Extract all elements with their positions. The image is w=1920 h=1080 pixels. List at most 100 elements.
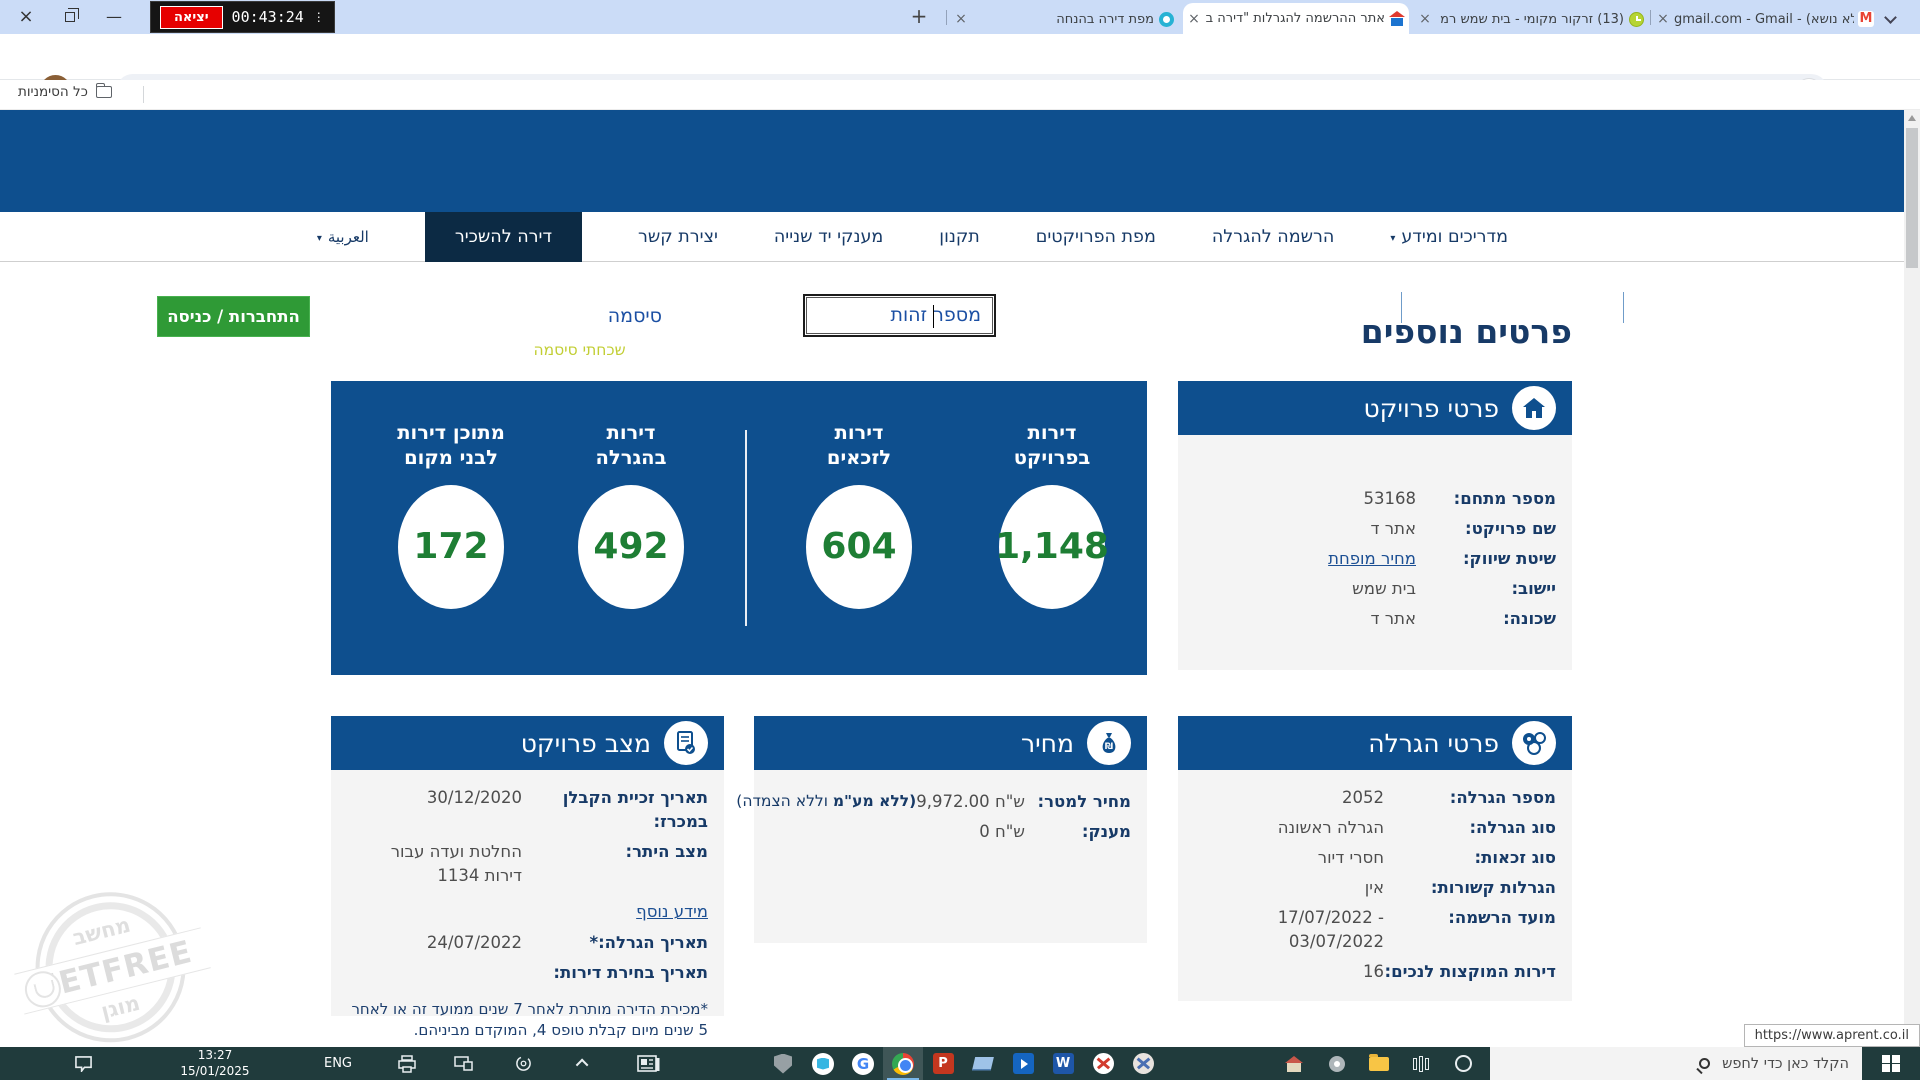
app-chrome-active[interactable] xyxy=(883,1047,923,1080)
app-reader[interactable] xyxy=(803,1047,843,1080)
app-antivirus-shield[interactable] xyxy=(763,1047,803,1080)
card-title: מחיר xyxy=(1021,729,1074,758)
tab-dira-map[interactable]: × מפת דירה בהנחה xyxy=(950,4,1178,34)
app-powerpoint[interactable]: P xyxy=(923,1047,963,1080)
app-word[interactable]: W xyxy=(1043,1047,1083,1080)
bookmarks-bar: כל הסימניות xyxy=(0,80,1920,110)
app-movies-tv[interactable] xyxy=(1003,1047,1043,1080)
file-explorer-icon[interactable] xyxy=(1360,1047,1398,1080)
card-header: פרטי פרויקט xyxy=(1178,381,1572,435)
home-icon[interactable] xyxy=(36,286,68,316)
site-header: התחברות / כניסה סיסמה שכחתי סיסמה מספר ז… xyxy=(0,110,1920,212)
units-stats-box: דירות בפרויקט 1,148 דירות לזכאים 604 דיר… xyxy=(331,381,1147,675)
clock-favicon-wrap xyxy=(1624,12,1648,27)
row-label: תאריך בחירת דירות: xyxy=(522,961,708,985)
id-number-field[interactable]: מספר זהות xyxy=(803,294,996,337)
detail-row: מענק: 0 ש"ח xyxy=(754,820,1147,844)
news-widget-icon[interactable] xyxy=(630,1047,668,1080)
timer-menu-dots-icon[interactable]: ⋮ xyxy=(313,11,325,24)
task-view-icon[interactable] xyxy=(1402,1047,1440,1080)
tab-close-icon[interactable]: × xyxy=(1652,11,1674,27)
tab-close-icon[interactable]: × xyxy=(1183,11,1205,27)
more-info-link[interactable]: מידע נוסף xyxy=(331,902,724,921)
nav-guides-info[interactable]: מדריכים ומידע ▾ xyxy=(1390,212,1508,262)
stat-units-for-locals: מתוכן דירות לבני מקום 172 xyxy=(371,421,531,609)
page-scrollbar[interactable] xyxy=(1904,110,1920,1047)
cortana-icon[interactable] xyxy=(1444,1047,1482,1080)
row-label: סוג הגרלה: xyxy=(1384,816,1556,840)
nav-projects-map[interactable]: מפת הפרויקטים xyxy=(1036,212,1156,262)
tab-search-chevron-icon[interactable] xyxy=(1884,11,1897,24)
window-close-button[interactable]: × xyxy=(6,0,46,34)
card-body: מחיר למטר: 9,972.00 ש"ח (ללא מע"מ וללא ה… xyxy=(754,770,1147,844)
app-home-utility[interactable] xyxy=(1275,1047,1313,1080)
id-field-value: מספר זהות xyxy=(890,304,981,326)
app-scanner[interactable] xyxy=(963,1047,1003,1080)
action-center-icon[interactable] xyxy=(66,1047,100,1080)
nav-contact[interactable]: יצירת קשר xyxy=(638,212,718,262)
taskbar-clock[interactable]: 13:27 15/01/2025 xyxy=(148,1047,282,1080)
scrollbar-thumb[interactable] xyxy=(1906,128,1918,268)
stat-value: 604 xyxy=(821,526,896,567)
exit-button[interactable]: יציאה xyxy=(160,6,223,29)
taskbar-search-box[interactable]: הקלד כאן כדי לחפש xyxy=(1490,1047,1862,1080)
marketing-method-link[interactable]: מחיר מופחת xyxy=(1328,549,1416,568)
tab-close-icon[interactable]: × xyxy=(950,11,972,27)
row-value: 30/12/2020 xyxy=(347,786,522,810)
document-check-icon xyxy=(664,721,708,765)
row-label: הגרלות קשורות: xyxy=(1384,876,1556,900)
row-label: מספר הגרלה: xyxy=(1384,786,1556,810)
window-minimize-button[interactable]: — xyxy=(94,0,134,34)
app-google[interactable]: G xyxy=(843,1047,883,1080)
app-snipping-tool[interactable] xyxy=(1083,1047,1123,1080)
row-label: תאריך זכיית הקבלן במכרז: xyxy=(522,786,708,834)
hidden-icons-chevron-icon[interactable] xyxy=(568,1047,598,1080)
project-details-card: פרטי פרויקט מספר מתחם: 53168 שם פרויקט: … xyxy=(1178,381,1572,670)
row-value: 16 xyxy=(1194,960,1384,984)
nav-arabic[interactable]: العربية ▾ xyxy=(317,212,369,262)
house-icon xyxy=(1512,386,1556,430)
tab-zarkor-local[interactable]: × (13) זרקור מקומי - בית שמש רמ xyxy=(1414,4,1648,34)
tab-dira-registration-active[interactable]: × אתר ההרשמה להגרלות "דירה ב xyxy=(1183,3,1409,34)
tab-gmail[interactable]: × gmail.com - Gmail - (ללא נושא) M xyxy=(1652,4,1878,34)
card-body: מספר מתחם: 53168 שם פרויקט: אתר ד שיטת ש… xyxy=(1178,435,1572,631)
new-tab-button[interactable]: + xyxy=(905,3,933,31)
password-field[interactable]: סיסמה xyxy=(484,296,675,336)
registration-dates-value: 17/07/2022 - 03/07/2022 xyxy=(1194,906,1384,954)
vat-note-bold: (ללא מע"מ xyxy=(833,792,916,810)
row-value: 53168 xyxy=(1194,487,1416,511)
app-marker-utility[interactable] xyxy=(1318,1047,1356,1080)
row-value: 0 ש"ח xyxy=(770,820,1025,844)
all-bookmarks-label: כל הסימניות xyxy=(18,84,88,100)
price-per-meter-value: 9,972.00 ש"ח xyxy=(916,790,1025,814)
windows-taskbar: 13:27 15/01/2025 ENG G P W xyxy=(0,1047,1920,1080)
network-display-icon[interactable] xyxy=(446,1047,480,1080)
tab-close-icon[interactable]: × xyxy=(1414,11,1436,27)
stat-circle: 604 xyxy=(806,485,912,609)
login-button[interactable]: התחברות / כניסה xyxy=(157,296,310,337)
home-favicon-icon xyxy=(1389,11,1405,26)
nav-label: תקנון xyxy=(939,227,979,247)
link-ministry-housing[interactable]: משרד הבינוי והשיכון xyxy=(1624,297,1832,319)
window-restore-button[interactable] xyxy=(50,0,90,34)
printer-tray-icon[interactable] xyxy=(390,1047,424,1080)
nav-regulations[interactable]: תקנון xyxy=(939,212,979,262)
row-label: יישוב: xyxy=(1416,577,1556,601)
tab-title: אתר ההרשמה להגרלות "דירה ב xyxy=(1205,11,1385,26)
row-value: חסרי דיור xyxy=(1194,846,1384,870)
app-snip-sketch[interactable] xyxy=(1123,1047,1163,1080)
nav-lottery-registration[interactable]: הרשמה להגרלה xyxy=(1212,212,1334,262)
row-label: סוג זכאות: xyxy=(1384,846,1556,870)
onedrive-sync-icon[interactable] xyxy=(506,1047,540,1080)
stats-divider xyxy=(745,430,747,626)
all-bookmarks-button[interactable]: כל הסימניות xyxy=(18,84,112,100)
forgot-password-link[interactable]: שכחתי סיסמה xyxy=(484,341,675,359)
nav-dira-lehaskir-active[interactable]: דירה להשכיר xyxy=(425,212,582,262)
detail-row: מספר מתחם: 53168 xyxy=(1178,487,1572,511)
nav-secondhand-grants[interactable]: מענקי יד שנייה xyxy=(774,212,883,262)
start-button[interactable] xyxy=(1862,1047,1920,1080)
detail-row: תאריך בחירת דירות: xyxy=(331,961,724,985)
scroll-up-arrow-icon[interactable] xyxy=(1908,115,1916,121)
clock-favicon-icon xyxy=(1629,12,1644,27)
language-indicator[interactable]: ENG xyxy=(316,1047,360,1080)
